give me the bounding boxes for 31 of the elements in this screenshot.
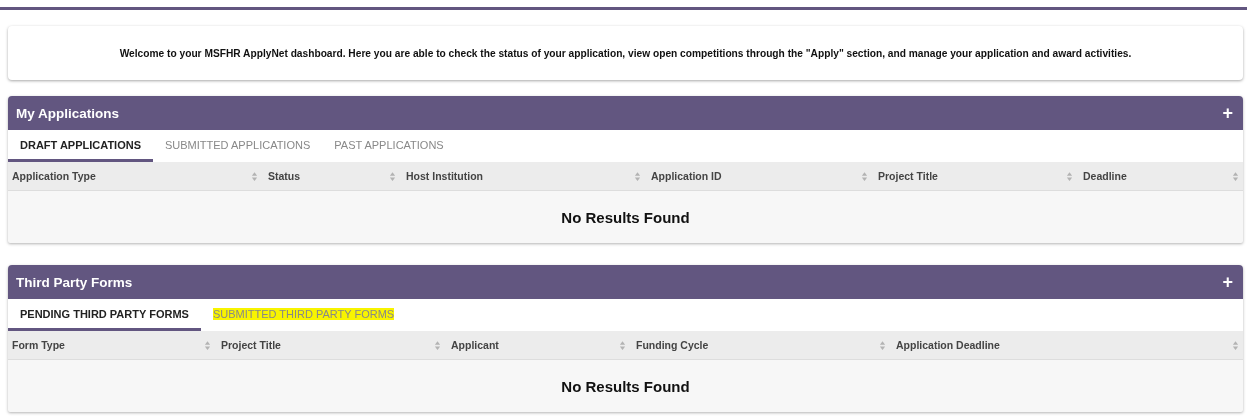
tab[interactable]: PAST APPLICATIONS: [322, 130, 456, 162]
tab[interactable]: SUBMITTED APPLICATIONS: [153, 130, 323, 162]
column-header[interactable]: Project Title: [878, 170, 938, 182]
column-header[interactable]: Funding Cycle: [636, 339, 709, 351]
column-header[interactable]: Application Type: [12, 170, 96, 182]
column-header[interactable]: Project Title: [221, 339, 281, 351]
sort-icon[interactable]: [861, 170, 868, 182]
sort-icon[interactable]: [634, 170, 641, 182]
sort-icon[interactable]: [619, 339, 626, 351]
sort-icon[interactable]: [434, 339, 441, 351]
panel-title: Third Party Forms: [16, 274, 133, 290]
column-header[interactable]: Status: [268, 170, 301, 182]
column-header[interactable]: Application Deadline: [896, 339, 1000, 351]
expand-button[interactable]: +: [1220, 104, 1235, 122]
empty-message: No Results Found: [561, 208, 690, 226]
welcome-message: Welcome to your MSFHR ApplyNet dashboard. Here you are able to check the status of your application, view open competitions through the "Apply" section, and manage your application and award activities.: [119, 47, 1132, 59]
column-header[interactable]: Applicant: [451, 339, 499, 351]
sort-icon[interactable]: [389, 170, 396, 182]
column-header[interactable]: Application ID: [651, 170, 722, 182]
column-header[interactable]: Form Type: [12, 339, 65, 351]
column-header[interactable]: Deadline: [1083, 170, 1127, 182]
sort-icon[interactable]: [879, 339, 886, 351]
sort-icon[interactable]: [1066, 170, 1073, 182]
expand-button[interactable]: +: [1220, 273, 1235, 291]
sort-icon[interactable]: [204, 339, 211, 351]
sort-icon[interactable]: [251, 170, 258, 182]
sort-icon[interactable]: [1232, 170, 1239, 182]
column-header[interactable]: Host Institution: [406, 170, 483, 182]
empty-message: No Results Found: [561, 377, 690, 395]
sort-icon[interactable]: [1232, 339, 1239, 351]
panel-title: My Applications: [16, 105, 119, 121]
